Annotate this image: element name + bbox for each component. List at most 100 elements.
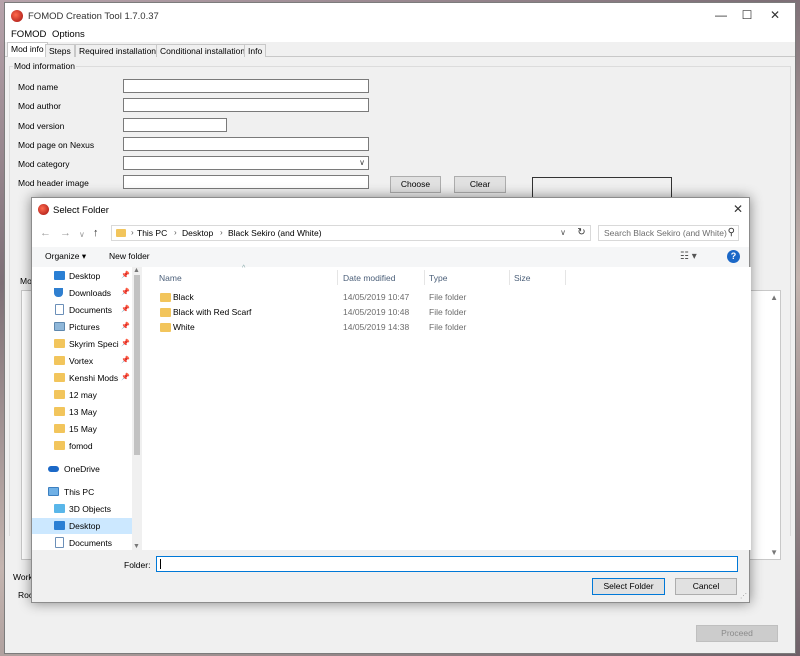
view-options-icon[interactable]: ☷ ▾ bbox=[680, 251, 697, 262]
file-row[interactable]: Black 14/05/2019 10:47 File folder bbox=[156, 290, 751, 305]
maximize-button[interactable]: ☐ bbox=[735, 7, 759, 23]
nav-item-12-may[interactable]: 12 may bbox=[32, 387, 132, 403]
menu-fomod[interactable]: FOMOD bbox=[11, 29, 46, 40]
nav-item-skyrim-special[interactable]: Skyrim Speci 📌 bbox=[32, 336, 132, 352]
mod-category-label: Mod category bbox=[18, 159, 70, 169]
dialog-titlebar[interactable]: Select Folder ✕ bbox=[32, 198, 749, 222]
column-separator[interactable] bbox=[565, 270, 566, 285]
nav-item-documents[interactable]: Documents 📌 bbox=[32, 302, 132, 318]
pin-icon: 📌 bbox=[121, 306, 130, 313]
folder-icon bbox=[54, 424, 65, 433]
mod-category-select[interactable]: ∨ bbox=[123, 156, 369, 170]
tab-steps[interactable]: Steps bbox=[45, 44, 75, 57]
forward-arrow-icon[interactable]: → bbox=[60, 226, 71, 240]
file-name: White bbox=[173, 322, 195, 332]
column-name[interactable]: Name bbox=[159, 273, 182, 283]
clear-button[interactable]: Clear bbox=[454, 176, 506, 193]
mod-version-input[interactable] bbox=[123, 118, 227, 132]
column-separator[interactable] bbox=[509, 270, 510, 285]
new-folder-button[interactable]: New folder bbox=[109, 251, 150, 261]
folder-icon bbox=[54, 441, 65, 450]
tab-required-installations[interactable]: Required installations bbox=[75, 44, 165, 57]
command-bar: Organize ▾ New folder ☷ ▾ ? bbox=[32, 247, 749, 267]
tab-conditional-installations[interactable]: Conditional installations bbox=[156, 44, 254, 57]
mod-name-label: Mod name bbox=[18, 82, 59, 92]
nav-item-desktop-selected[interactable]: Desktop bbox=[32, 518, 132, 534]
chevron-down-icon[interactable]: ∨ bbox=[560, 228, 566, 237]
nav-item-15-may[interactable]: 15 May bbox=[32, 421, 132, 437]
dialog-close-button[interactable]: ✕ bbox=[733, 202, 743, 216]
breadcrumb-current-folder[interactable]: Black Sekiro (and White) bbox=[228, 228, 322, 238]
nav-item-label: Downloads bbox=[69, 288, 112, 298]
tab-mod-info[interactable]: Mod info bbox=[7, 42, 48, 57]
breadcrumb-separator-icon: › bbox=[220, 228, 223, 237]
file-type: File folder bbox=[429, 292, 467, 302]
nav-item-downloads[interactable]: Downloads 📌 bbox=[32, 285, 132, 301]
nav-item-label: Desktop bbox=[69, 521, 101, 531]
pin-icon: 📌 bbox=[121, 357, 130, 364]
pin-icon: 📌 bbox=[121, 340, 130, 347]
breadcrumb-separator-icon: › bbox=[174, 228, 177, 237]
nav-item-label: Kenshi Mods bbox=[69, 373, 119, 383]
mod-page-input[interactable] bbox=[123, 137, 369, 151]
refresh-icon[interactable]: ↻ bbox=[573, 225, 591, 241]
nav-item-13-may[interactable]: 13 May bbox=[32, 404, 132, 420]
column-separator[interactable] bbox=[337, 270, 338, 285]
breadcrumb-this-pc[interactable]: This PC bbox=[137, 228, 167, 238]
address-bar[interactable]: › This PC › Desktop › Black Sekiro (and … bbox=[111, 225, 591, 241]
main-titlebar[interactable]: FOMOD Creation Tool 1.7.0.37 — ☐ ✕ bbox=[5, 3, 795, 28]
nav-item-fomod[interactable]: fomod bbox=[32, 438, 132, 454]
document-icon bbox=[55, 304, 64, 315]
column-date-modified[interactable]: Date modified bbox=[343, 273, 395, 283]
search-input[interactable]: Search Black Sekiro (and White) ⚲ bbox=[598, 225, 739, 241]
column-separator[interactable] bbox=[424, 270, 425, 285]
file-row[interactable]: Black with Red Scarf 14/05/2019 10:48 Fi… bbox=[156, 305, 751, 320]
mod-author-label: Mod author bbox=[18, 101, 61, 111]
back-arrow-icon[interactable]: ← bbox=[40, 226, 51, 240]
column-type[interactable]: Type bbox=[429, 273, 447, 283]
nav-item-this-pc[interactable]: This PC bbox=[32, 484, 132, 500]
choose-button[interactable]: Choose bbox=[390, 176, 441, 193]
dialog-title: Select Folder bbox=[53, 205, 109, 216]
pictures-icon bbox=[54, 322, 65, 331]
scroll-up-icon[interactable]: ▲ bbox=[133, 267, 140, 274]
mod-header-image-input[interactable] bbox=[123, 175, 369, 189]
select-folder-button[interactable]: Select Folder bbox=[592, 578, 665, 595]
scrollbar-thumb[interactable] bbox=[134, 275, 140, 455]
recent-locations-icon[interactable]: ∨ bbox=[79, 228, 85, 242]
mod-header-image-label: Mod header image bbox=[18, 178, 89, 188]
nav-item-vortex[interactable]: Vortex 📌 bbox=[32, 353, 132, 369]
file-row[interactable]: White 14/05/2019 14:38 File folder bbox=[156, 320, 751, 335]
sort-ascending-icon: ^ bbox=[242, 265, 246, 272]
up-arrow-icon[interactable]: ↑ bbox=[93, 226, 99, 240]
scroll-down-icon[interactable]: ▼ bbox=[133, 543, 140, 550]
minimize-button[interactable]: — bbox=[709, 7, 733, 23]
nav-item-kenshi-mods[interactable]: Kenshi Mods 📌 bbox=[32, 370, 132, 386]
nav-pane-scrollbar[interactable]: ▲ ▼ bbox=[132, 267, 142, 550]
proceed-button[interactable]: Proceed bbox=[696, 625, 778, 642]
cancel-button[interactable]: Cancel bbox=[675, 578, 737, 595]
navigation-bar: ← → ∨ ↑ › This PC › Desktop › Black Seki… bbox=[32, 222, 749, 244]
nav-item-desktop[interactable]: Desktop 📌 bbox=[32, 268, 132, 284]
nav-item-label: 12 may bbox=[69, 390, 97, 400]
nav-item-3d-objects[interactable]: 3D Objects bbox=[32, 501, 132, 517]
close-button[interactable]: ✕ bbox=[763, 7, 787, 23]
folder-icon bbox=[160, 308, 171, 317]
menu-options[interactable]: Options bbox=[52, 29, 85, 40]
folder-input[interactable] bbox=[156, 556, 738, 572]
nav-item-pictures[interactable]: Pictures 📌 bbox=[32, 319, 132, 335]
chevron-down-icon: ∨ bbox=[359, 158, 365, 167]
mod-name-input[interactable] bbox=[123, 79, 369, 93]
partial-label-work: Work bbox=[13, 572, 33, 582]
tab-info[interactable]: Info bbox=[244, 44, 267, 57]
nav-item-onedrive[interactable]: OneDrive bbox=[32, 461, 132, 477]
breadcrumb-desktop[interactable]: Desktop bbox=[182, 228, 213, 238]
mod-author-input[interactable] bbox=[123, 98, 369, 112]
file-name: Black bbox=[173, 292, 194, 302]
organize-button[interactable]: Organize ▾ bbox=[45, 251, 86, 262]
help-icon[interactable]: ? bbox=[727, 250, 740, 263]
resize-grip-icon[interactable]: ⋰ bbox=[740, 592, 747, 600]
nav-item-documents-pc[interactable]: Documents bbox=[32, 535, 132, 551]
pin-icon: 📌 bbox=[121, 374, 130, 381]
column-size[interactable]: Size bbox=[514, 273, 531, 283]
